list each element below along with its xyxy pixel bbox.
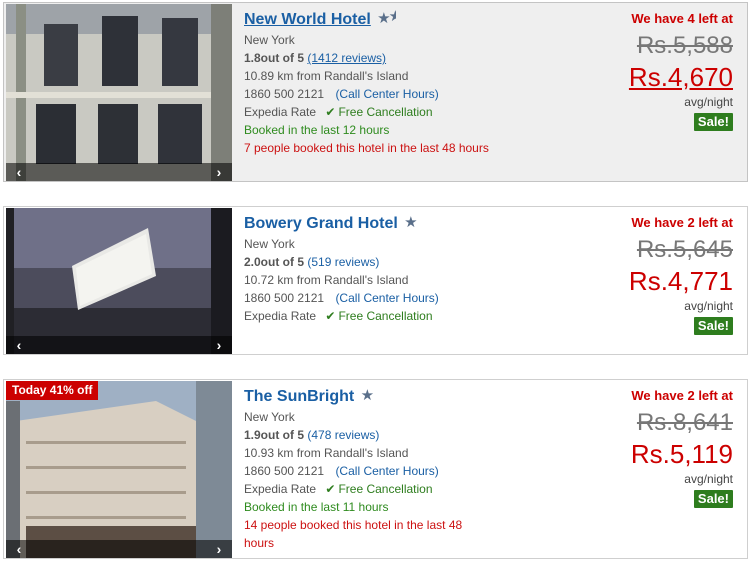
sale-badge: Sale! xyxy=(693,490,733,508)
guest-rating: 2.0out of 5 xyxy=(244,255,305,269)
hotel-distance: 10.93 km from Randall's Island xyxy=(244,446,409,460)
discounted-price[interactable]: Rs.5,119 xyxy=(573,438,733,470)
avg-night-label: avg/night xyxy=(684,95,733,109)
hotel-distance: 10.89 km from Randall's Island xyxy=(244,69,409,83)
reviews-link[interactable]: (1412 reviews) xyxy=(307,51,386,65)
rate-type: Expedia Rate xyxy=(244,105,317,119)
hotel-photo[interactable]: ‹ › Today 41% off xyxy=(6,381,232,558)
star-icon: ★ xyxy=(404,214,418,231)
deal-badge: Today 41% off xyxy=(6,381,99,400)
phone-number: 1860 500 2121 xyxy=(244,87,325,101)
call-center-hours-link[interactable]: (Call Center Hours) xyxy=(335,87,438,101)
reviews-link[interactable]: (478 reviews) xyxy=(307,428,379,442)
star-half-icon: ★ xyxy=(388,8,396,25)
avg-night-label: avg/night xyxy=(684,299,733,313)
hotel-photo[interactable]: ‹ › xyxy=(6,4,232,181)
photo-nav-bar xyxy=(6,163,232,181)
recent-booking-note: Booked in the last 11 hours xyxy=(244,500,389,514)
free-cancellation-label: Free Cancellation xyxy=(338,105,433,119)
star-rating: ★ xyxy=(360,387,375,404)
hotel-photo-image xyxy=(6,381,232,558)
chevron-right-icon[interactable]: › xyxy=(212,338,226,352)
checkmark-icon: ✔ xyxy=(325,482,336,496)
chevron-left-icon[interactable]: ‹ xyxy=(12,165,26,179)
hotel-card[interactable]: ‹ › New World Hotel ★★ New York 1.8out o… xyxy=(3,2,748,182)
rooms-left-note: We have 2 left at xyxy=(631,215,733,230)
hotel-info: Bowery Grand Hotel ★ New York 2.0out of … xyxy=(244,213,584,325)
hotel-photo-image xyxy=(6,4,232,181)
chevron-right-icon[interactable]: › xyxy=(212,542,226,556)
original-price: Rs.5,588 xyxy=(636,32,733,59)
hotel-photo-image xyxy=(6,208,232,354)
phone-number: 1860 500 2121 xyxy=(244,464,325,478)
discounted-price[interactable]: Rs.4,670 xyxy=(573,61,733,93)
star-icon: ★ xyxy=(360,387,375,404)
hotel-name-link[interactable]: New World Hotel xyxy=(244,9,371,31)
rooms-left-note: We have 2 left at xyxy=(631,388,733,403)
rooms-left-note: We have 4 left at xyxy=(631,11,733,26)
chevron-left-icon[interactable]: ‹ xyxy=(12,542,26,556)
hotel-info: The SunBright ★ New York 1.9out of 5 (47… xyxy=(244,386,584,552)
hotel-card[interactable]: ‹ › Today 41% off The SunBright ★ New Yo… xyxy=(3,379,748,559)
hotel-city: New York xyxy=(244,237,295,251)
discounted-price[interactable]: Rs.4,771 xyxy=(573,265,733,297)
free-cancellation-label: Free Cancellation xyxy=(338,482,433,496)
call-center-hours-link[interactable]: (Call Center Hours) xyxy=(335,291,438,305)
avg-night-label: avg/night xyxy=(684,472,733,486)
guest-rating: 1.8out of 5 xyxy=(244,51,305,65)
photo-nav-bar xyxy=(6,540,232,558)
hotel-card[interactable]: ‹ › Bowery Grand Hotel ★ New York 2.0out… xyxy=(3,206,748,355)
phone-number: 1860 500 2121 xyxy=(244,291,325,305)
original-price: Rs.8,641 xyxy=(636,409,733,436)
chevron-right-icon[interactable]: › xyxy=(212,165,226,179)
reviews-link[interactable]: (519 reviews) xyxy=(307,255,379,269)
hotel-name-link[interactable]: The SunBright xyxy=(244,386,354,408)
chevron-left-icon[interactable]: ‹ xyxy=(12,338,26,352)
star-icon: ★ xyxy=(377,10,391,27)
recent-booking-note: Booked in the last 12 hours xyxy=(244,123,390,137)
price-column: We have 2 left at Rs.8,641 Rs.5,119 avg/… xyxy=(573,387,733,508)
hotel-city: New York xyxy=(244,410,295,424)
guest-rating: 1.9out of 5 xyxy=(244,428,305,442)
hotel-distance: 10.72 km from Randall's Island xyxy=(244,273,409,287)
sale-badge: Sale! xyxy=(693,113,733,131)
hotel-photo[interactable]: ‹ › xyxy=(6,208,232,354)
photo-nav-bar xyxy=(6,336,232,354)
call-center-hours-link[interactable]: (Call Center Hours) xyxy=(335,464,438,478)
checkmark-icon: ✔ xyxy=(325,105,336,119)
original-price: Rs.5,645 xyxy=(636,236,733,263)
star-rating: ★ xyxy=(404,214,418,231)
rate-type: Expedia Rate xyxy=(244,309,317,323)
star-rating: ★★ xyxy=(377,8,396,27)
free-cancellation-label: Free Cancellation xyxy=(338,309,433,323)
price-column: We have 4 left at Rs.5,588 Rs.4,670 avg/… xyxy=(573,10,733,131)
checkmark-icon: ✔ xyxy=(325,309,336,323)
people-booked-note: 14 people booked this hotel in the last … xyxy=(244,518,463,550)
price-column: We have 2 left at Rs.5,645 Rs.4,771 avg/… xyxy=(573,214,733,335)
hotel-city: New York xyxy=(244,33,295,47)
sale-badge: Sale! xyxy=(693,317,733,335)
people-booked-note: 7 people booked this hotel in the last 4… xyxy=(244,141,489,155)
hotel-name-link[interactable]: Bowery Grand Hotel xyxy=(244,213,398,235)
hotel-info: New World Hotel ★★ New York 1.8out of 5 … xyxy=(244,8,584,157)
rate-type: Expedia Rate xyxy=(244,482,317,496)
